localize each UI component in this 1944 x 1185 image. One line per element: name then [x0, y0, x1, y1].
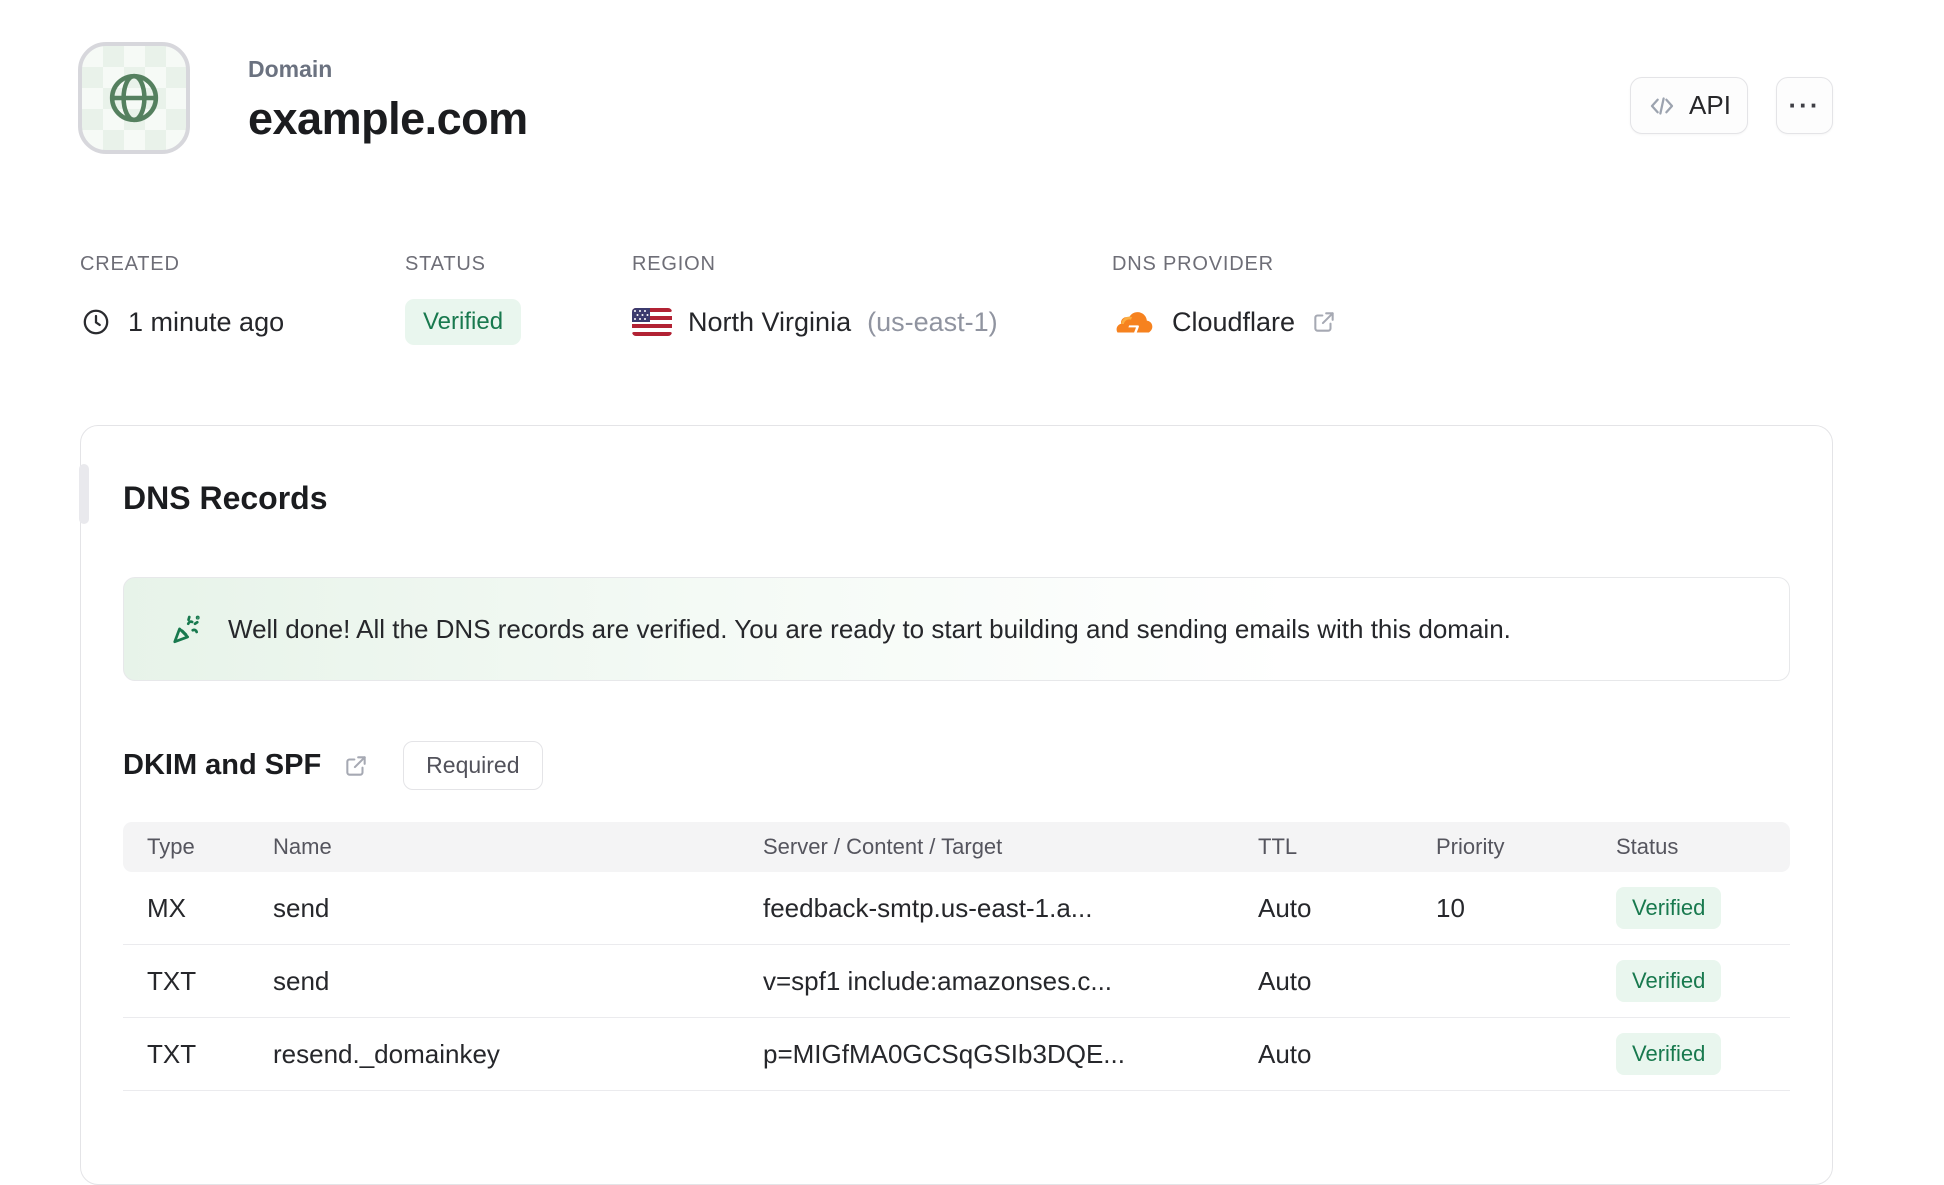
- verified-banner: Well done! All the DNS records are verif…: [123, 577, 1790, 681]
- col-header-ttl: TTL: [1258, 834, 1298, 859]
- col-header-priority: Priority: [1436, 834, 1505, 859]
- dkim-spf-section-head: DKIM and SPF Required: [123, 741, 1790, 790]
- cell-ttl: Auto: [1258, 892, 1312, 923]
- ellipsis-icon: ···: [1788, 90, 1821, 120]
- col-header-type: Type: [147, 834, 195, 859]
- meta-status: STATUS Verified: [405, 253, 632, 345]
- dns-records-table: Type Name Server / Content / Target TTL …: [123, 822, 1790, 1091]
- clock-icon: [80, 306, 112, 338]
- record-status-badge: Verified: [1616, 1033, 1722, 1075]
- party-popper-icon: [168, 611, 204, 647]
- status-label: STATUS: [405, 253, 486, 275]
- meta-dns-provider: DNS PROVIDER Cloudflare: [1112, 253, 1337, 344]
- table-row: TXT send v=spf1 include:amazonses.c... A…: [123, 945, 1790, 1018]
- required-badge: Required: [403, 741, 543, 790]
- cell-content: p=MIGfMA0GCSqGSIb3DQE...: [763, 1038, 1125, 1069]
- record-status-badge: Verified: [1616, 887, 1722, 929]
- domain-header: Domain example.com: [78, 42, 528, 154]
- cloudflare-icon: [1112, 307, 1156, 337]
- table-row: MX send feedback-smtp.us-east-1.a... Aut…: [123, 872, 1790, 945]
- cell-type: TXT: [147, 1038, 197, 1069]
- more-button[interactable]: ···: [1776, 77, 1833, 134]
- cell-name: send: [273, 892, 330, 923]
- api-button[interactable]: API: [1630, 77, 1748, 134]
- card-scroll-indicator: [79, 464, 89, 524]
- table-row: TXT resend._domainkey p=MIGfMA0GCSqGSIb3…: [123, 1018, 1790, 1091]
- domain-meta: CREATED 1 minute ago STATUS Verified REG…: [80, 253, 1337, 345]
- col-header-status: Status: [1616, 834, 1679, 859]
- cell-ttl: Auto: [1258, 965, 1312, 996]
- dkim-spf-title: DKIM and SPF: [123, 749, 322, 781]
- cell-type: TXT: [147, 965, 197, 996]
- record-status-badge: Verified: [1616, 960, 1722, 1002]
- api-button-label: API: [1689, 90, 1731, 120]
- header-actions: API ···: [1630, 77, 1833, 134]
- region-label: REGION: [632, 253, 716, 275]
- cell-priority: 10: [1436, 892, 1465, 923]
- created-label: CREATED: [80, 253, 180, 275]
- status-badge: Verified: [405, 299, 522, 345]
- dns-records-title: DNS Records: [123, 480, 328, 516]
- region-code: (us-east-1): [867, 306, 998, 337]
- cell-ttl: Auto: [1258, 1038, 1312, 1069]
- dns-provider-label: DNS PROVIDER: [1112, 253, 1274, 275]
- cell-content: v=spf1 include:amazonses.c...: [763, 965, 1113, 996]
- meta-created: CREATED 1 minute ago: [80, 253, 405, 344]
- verified-banner-text: Well done! All the DNS records are verif…: [228, 613, 1511, 644]
- col-header-content: Server / Content / Target: [763, 834, 1003, 859]
- cell-content: feedback-smtp.us-east-1.a...: [763, 892, 1093, 923]
- col-header-name: Name: [273, 834, 332, 859]
- code-icon: [1647, 91, 1677, 121]
- globe-icon: [102, 66, 166, 130]
- external-link-icon[interactable]: [343, 753, 369, 779]
- created-value: 1 minute ago: [128, 306, 285, 337]
- region-name: North Virginia: [688, 306, 852, 337]
- cell-type: MX: [147, 892, 186, 923]
- domain-eyebrow: Domain: [248, 56, 333, 82]
- cell-name: send: [273, 965, 330, 996]
- meta-region: REGION North Virginia (us-east-1): [632, 253, 1112, 344]
- page-title: example.com: [248, 93, 528, 144]
- domain-avatar: [78, 42, 190, 154]
- dns-records-card: DNS Records Well done! All the DNS recor…: [79, 425, 1833, 1185]
- dns-provider-name: Cloudflare: [1172, 306, 1296, 337]
- external-link-icon[interactable]: [1311, 309, 1337, 335]
- us-flag-icon: [632, 308, 672, 336]
- table-header-row: Type Name Server / Content / Target TTL …: [123, 822, 1790, 872]
- cell-name: resend._domainkey: [273, 1038, 500, 1069]
